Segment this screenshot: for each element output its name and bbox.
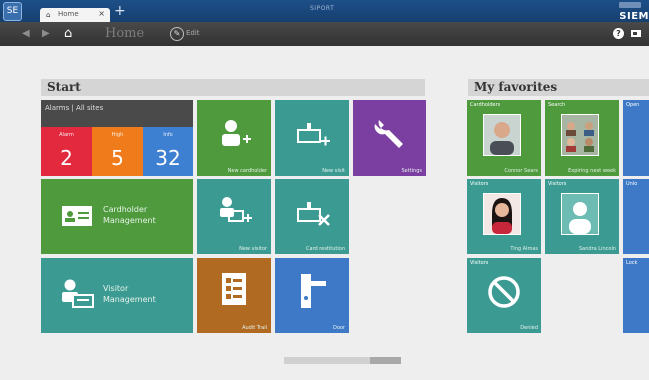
- favorite-name: Connor Sears: [504, 168, 538, 174]
- alarm-label: Info: [163, 132, 173, 138]
- favorite-header: Visitors: [548, 181, 567, 187]
- start-section-title: Start: [41, 79, 425, 96]
- settings-tile[interactable]: Settings: [353, 100, 426, 176]
- favorite-open-tile[interactable]: Open: [623, 100, 649, 176]
- favorite-search-tile[interactable]: Search Expiring next week: [545, 100, 619, 176]
- wrench-icon: [374, 120, 403, 148]
- tile-label: Audit Trail: [242, 325, 267, 331]
- app-logo-icon[interactable]: SE: [3, 2, 22, 21]
- denied-icon: [488, 276, 520, 308]
- breadcrumb: Home: [105, 26, 145, 41]
- favorite-header: Search: [548, 102, 566, 108]
- home-icon: ⌂: [46, 11, 51, 19]
- tile-label: New visit: [322, 168, 345, 174]
- favorite-header: Visitors: [470, 260, 489, 266]
- favorite-unlock-tile[interactable]: Unlo: [623, 179, 649, 254]
- favorite-header: Lock: [626, 260, 638, 266]
- remove-card-icon: [297, 202, 330, 226]
- favorite-header: Cardholders: [470, 102, 501, 108]
- tools-icon[interactable]: [631, 30, 641, 37]
- favorite-visitor-tile[interactable]: Visitors Ting Almas: [467, 179, 541, 254]
- alarm-value: 2: [60, 146, 73, 170]
- cardholder-management-tile[interactable]: Cardholder Management: [41, 179, 193, 254]
- add-person-icon: [222, 120, 251, 146]
- close-icon[interactable]: ×: [98, 9, 105, 18]
- new-visitor-tile[interactable]: New visitor: [197, 179, 271, 254]
- tile-label-line: Visitor: [103, 284, 129, 293]
- back-button[interactable]: ◀: [22, 28, 30, 39]
- favorite-cardholder-tile[interactable]: Cardholders Connor Sears: [467, 100, 541, 176]
- favorite-name: Sandra Lincoln: [579, 246, 616, 252]
- alarm-count-high[interactable]: High 5: [92, 127, 143, 176]
- tile-label: New cardholder: [227, 168, 267, 174]
- tab-label: Home: [58, 10, 79, 18]
- favorite-header: Unlo: [626, 181, 638, 187]
- alarm-count-alarm[interactable]: Alarm 2: [41, 127, 92, 176]
- favorite-name: Ting Almas: [510, 246, 538, 252]
- new-cardholder-tile[interactable]: New cardholder: [197, 100, 271, 176]
- window-title: SIPORT: [310, 5, 335, 12]
- id-card-icon: [62, 206, 92, 226]
- title-bar: SE ⌂ Home × + SIPORT SIEM: [0, 0, 649, 22]
- favorite-lock-tile[interactable]: Lock: [623, 258, 649, 333]
- alarms-tile[interactable]: Alarms | All sites Alarm 2 High 5 Info 3…: [41, 100, 193, 176]
- favorite-visitor-tile[interactable]: Visitors Sandra Lincoln: [545, 179, 619, 254]
- favorite-header: Visitors: [470, 181, 489, 187]
- tile-label: Visitor Management: [103, 283, 156, 305]
- scrollbar-thumb[interactable]: [370, 357, 401, 364]
- door-tile[interactable]: Door: [275, 258, 349, 333]
- favorite-name: Denied: [520, 325, 538, 331]
- favorite-header: Open: [626, 102, 640, 108]
- add-visit-icon: [297, 123, 330, 146]
- visitor-icon: [62, 279, 94, 308]
- alarm-label: High: [111, 132, 124, 138]
- audit-log-icon: [222, 273, 246, 305]
- favorites-section-title: My favorites: [468, 79, 649, 96]
- favorite-denied-tile[interactable]: Visitors Denied: [467, 258, 541, 333]
- tile-label: Door: [332, 325, 345, 331]
- tile-label: Card restitution: [306, 246, 345, 252]
- window-controls[interactable]: [619, 2, 641, 8]
- alarm-label: Alarm: [59, 132, 74, 138]
- group-photo: [561, 114, 599, 156]
- new-visit-tile[interactable]: New visit: [275, 100, 349, 176]
- alarm-value: 32: [155, 146, 181, 170]
- card-restitution-tile[interactable]: Card restitution: [275, 179, 349, 254]
- door-handle-icon: [301, 274, 326, 308]
- tile-label-line: Management: [103, 295, 156, 304]
- help-icon[interactable]: ?: [613, 28, 624, 39]
- alarm-value: 5: [111, 146, 124, 170]
- alarms-title: Alarms | All sites: [41, 100, 193, 127]
- favorite-name: Expiring next week: [568, 168, 616, 174]
- tab-home[interactable]: ⌂ Home ×: [40, 8, 110, 22]
- tile-label: Settings: [401, 168, 422, 174]
- visitor-management-tile[interactable]: Visitor Management: [41, 258, 193, 333]
- audit-trail-tile[interactable]: Audit Trail: [197, 258, 271, 333]
- forward-button[interactable]: ▶: [42, 28, 50, 39]
- tile-label: New visitor: [239, 246, 267, 252]
- alarm-count-info[interactable]: Info 32: [143, 127, 193, 176]
- edit-label[interactable]: Edit: [186, 29, 200, 37]
- add-visitor-icon: [220, 197, 252, 222]
- person-photo: [483, 193, 521, 235]
- person-photo: [483, 114, 521, 156]
- brand-logo: SIEM: [619, 11, 649, 22]
- home-icon[interactable]: ⌂: [64, 26, 72, 41]
- edit-icon[interactable]: ✎: [170, 27, 184, 41]
- toolbar: ◀ ▶ ⌂ Home ✎ Edit ?: [0, 22, 649, 46]
- tile-label-line: Management: [103, 216, 156, 225]
- tile-label-line: Cardholder: [103, 205, 148, 214]
- tile-label: Cardholder Management: [103, 204, 156, 226]
- new-tab-button[interactable]: +: [114, 4, 126, 18]
- person-placeholder-icon: [561, 193, 599, 235]
